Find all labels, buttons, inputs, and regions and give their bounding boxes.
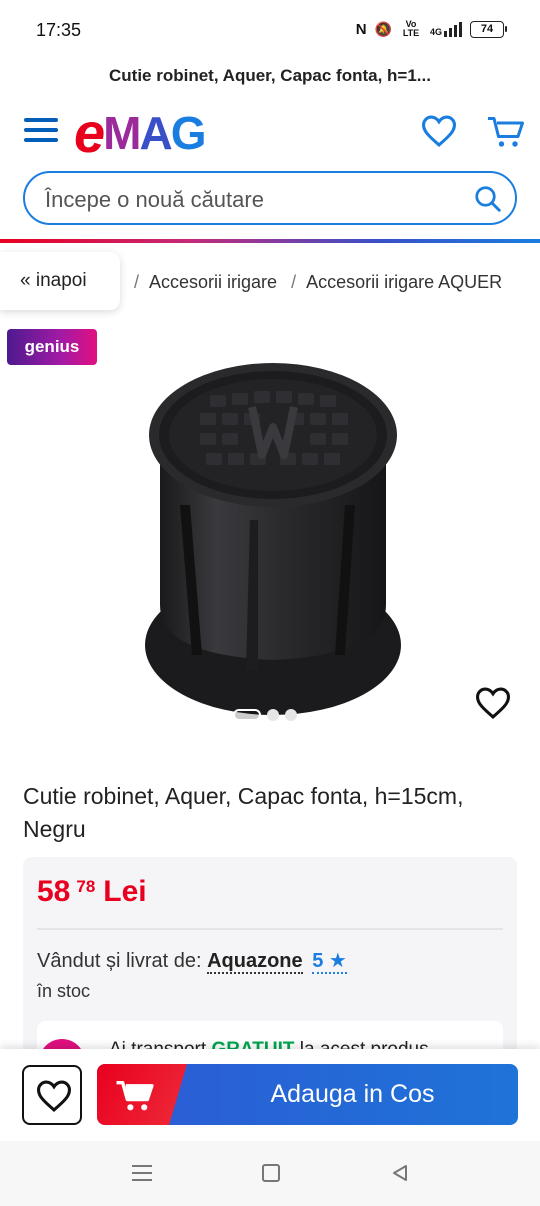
bottom-action-bar: Adauga in Cos bbox=[0, 1049, 540, 1141]
star-icon: ★ bbox=[328, 950, 347, 972]
breadcrumb-item[interactable]: Accesorii irigare bbox=[149, 272, 277, 292]
seller-info: Vândut și livrat de: Aquazone 5 ★ bbox=[37, 950, 347, 974]
breadcrumb-item[interactable]: Accesorii irigare AQUER bbox=[306, 272, 502, 292]
wishlist-heart-icon[interactable] bbox=[474, 686, 512, 720]
seller-rating[interactable]: 5 ★ bbox=[312, 950, 347, 974]
add-to-cart-button[interactable]: Adauga in Cos bbox=[97, 1064, 518, 1125]
gallery-indicator bbox=[233, 709, 297, 721]
favorites-icon[interactable] bbox=[420, 114, 458, 148]
cart-icon bbox=[116, 1081, 154, 1111]
add-to-favorites-button[interactable] bbox=[22, 1065, 82, 1125]
gallery-dot-active[interactable] bbox=[233, 709, 261, 721]
status-time: 17:35 bbox=[36, 20, 82, 40]
battery-icon: 74 bbox=[470, 20, 507, 38]
system-nav-bar bbox=[0, 1141, 540, 1206]
product-title: Cutie robinet, Aquer, Capac fonta, h=15c… bbox=[23, 783, 464, 842]
emag-logo[interactable]: eMAG bbox=[74, 105, 206, 161]
menu-icon[interactable] bbox=[24, 118, 58, 144]
app-header: eMAG bbox=[0, 105, 540, 161]
home-icon[interactable] bbox=[262, 1164, 280, 1182]
breadcrumb: « inapoi / Accesorii irigare / Accesorii ir… bbox=[0, 252, 540, 312]
back-button[interactable]: « inapoi bbox=[0, 252, 120, 310]
back-icon[interactable] bbox=[390, 1163, 410, 1183]
add-to-cart-label: Adauga in Cos bbox=[270, 1080, 435, 1108]
seller-link[interactable]: Aquazone bbox=[207, 950, 303, 974]
recent-apps-icon[interactable] bbox=[132, 1165, 152, 1186]
heart-icon bbox=[36, 1080, 72, 1112]
mute-icon: 🔕 bbox=[374, 20, 392, 37]
status-icons: N 🔕 Vo LTE 4G 74 bbox=[355, 19, 507, 38]
product-price: 58 78 Lei bbox=[37, 875, 147, 908]
header-divider bbox=[0, 239, 540, 243]
volte-label: Vo LTE bbox=[402, 19, 420, 38]
status-bar: 17:35 N 🔕 Vo LTE 4G 74 bbox=[0, 0, 540, 62]
gallery-dot[interactable] bbox=[267, 709, 279, 721]
cart-icon[interactable] bbox=[486, 114, 526, 150]
search-input[interactable]: Începe o nouă căutare bbox=[23, 171, 517, 225]
search-placeholder: Începe o nouă căutare bbox=[45, 187, 264, 212]
stock-status: în stoc bbox=[37, 981, 91, 1001]
search-icon[interactable] bbox=[473, 184, 503, 214]
genius-badge: genius bbox=[7, 329, 97, 365]
nfc-icon: N bbox=[355, 20, 367, 38]
page-title: Cutie robinet, Aquer, Capac fonta, h=1..… bbox=[109, 66, 431, 85]
price-card: 58 78 Lei Vândut și livrat de: Aquazone … bbox=[23, 857, 517, 1061]
card-divider bbox=[37, 928, 503, 930]
signal-icon: 4G bbox=[430, 21, 462, 37]
product-image[interactable] bbox=[140, 355, 410, 735]
gallery-dot[interactable] bbox=[285, 709, 297, 721]
